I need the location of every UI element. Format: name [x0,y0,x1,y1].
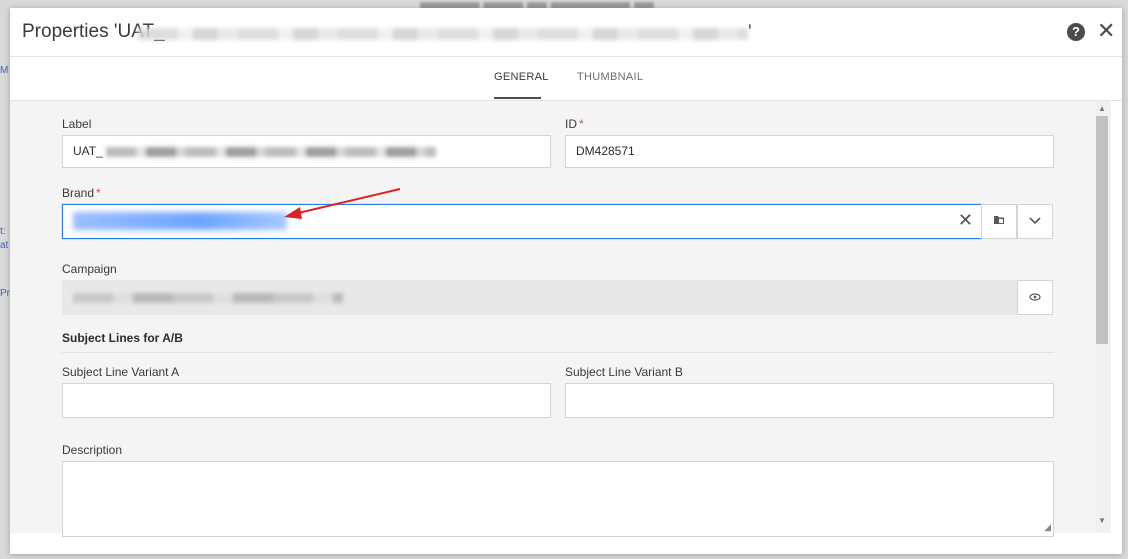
variant-a-caption: Subject Line Variant A [62,365,180,379]
variant-b-caption: Subject Line Variant B [565,365,683,379]
help-icon[interactable]: ? [1067,23,1085,41]
brand-caption: Brand * [62,186,101,200]
chevron-down-icon [1029,217,1041,225]
view-campaign-button[interactable] [1017,280,1053,315]
variant-b-input[interactable] [565,383,1054,418]
close-icon[interactable]: ✕ [1097,19,1115,43]
redacted-title [138,28,748,40]
dialog-title-end: ' [748,22,752,43]
tab-general[interactable]: GENERAL [494,71,549,83]
description-caption: Description [62,443,123,457]
redacted-brand-selection [73,212,287,230]
background-fragment: M [0,65,9,76]
background-fragment: at [0,240,9,251]
scroll-down-icon[interactable]: ▼ [1096,516,1108,525]
label-caption: Label [62,117,92,131]
tab-bar: GENERAL THUMBNAIL [10,56,1122,101]
id-caption: ID * [565,117,584,131]
background-fragment: t: [0,226,6,237]
form-body: Label UAT_ ID * DM428571 Brand * ✕ Campaig… [10,101,1095,537]
browse-brand-button[interactable] [981,204,1017,239]
resize-handle-icon[interactable]: ◢ [1044,522,1051,533]
clear-icon[interactable]: ✕ [958,205,973,236]
folder-browse-icon [994,216,1004,224]
label-input[interactable]: UAT_ [62,135,551,168]
scroll-up-icon[interactable]: ▲ [1096,104,1108,113]
description-textarea[interactable] [62,461,1054,537]
redacted-campaign-value [73,292,343,303]
section-divider [62,352,1054,353]
active-tab-indicator [494,97,541,99]
subject-lines-heading: Subject Lines for A/B [62,331,183,345]
properties-dialog: Properties 'UAT_ ' ? ✕ GENERAL THUMBNAIL… [10,8,1122,554]
campaign-caption: Campaign [62,262,117,276]
eye-icon [1029,293,1041,301]
red-annotation-arrow [284,188,401,219]
brand-dropdown-button[interactable] [1017,204,1053,239]
label-value: UAT_ [73,144,103,158]
id-input[interactable]: DM428571 [565,135,1054,168]
scrollbar-thumb[interactable] [1096,116,1108,344]
variant-a-input[interactable] [62,383,551,418]
campaign-field [62,280,1018,315]
tab-thumbnail[interactable]: THUMBNAIL [577,71,643,83]
redacted-label-value [106,146,437,157]
brand-input[interactable]: ✕ [62,204,982,239]
background-fragment: Pr [0,288,10,299]
dialog-header: Properties 'UAT_ ' ? ✕ [10,8,1122,57]
